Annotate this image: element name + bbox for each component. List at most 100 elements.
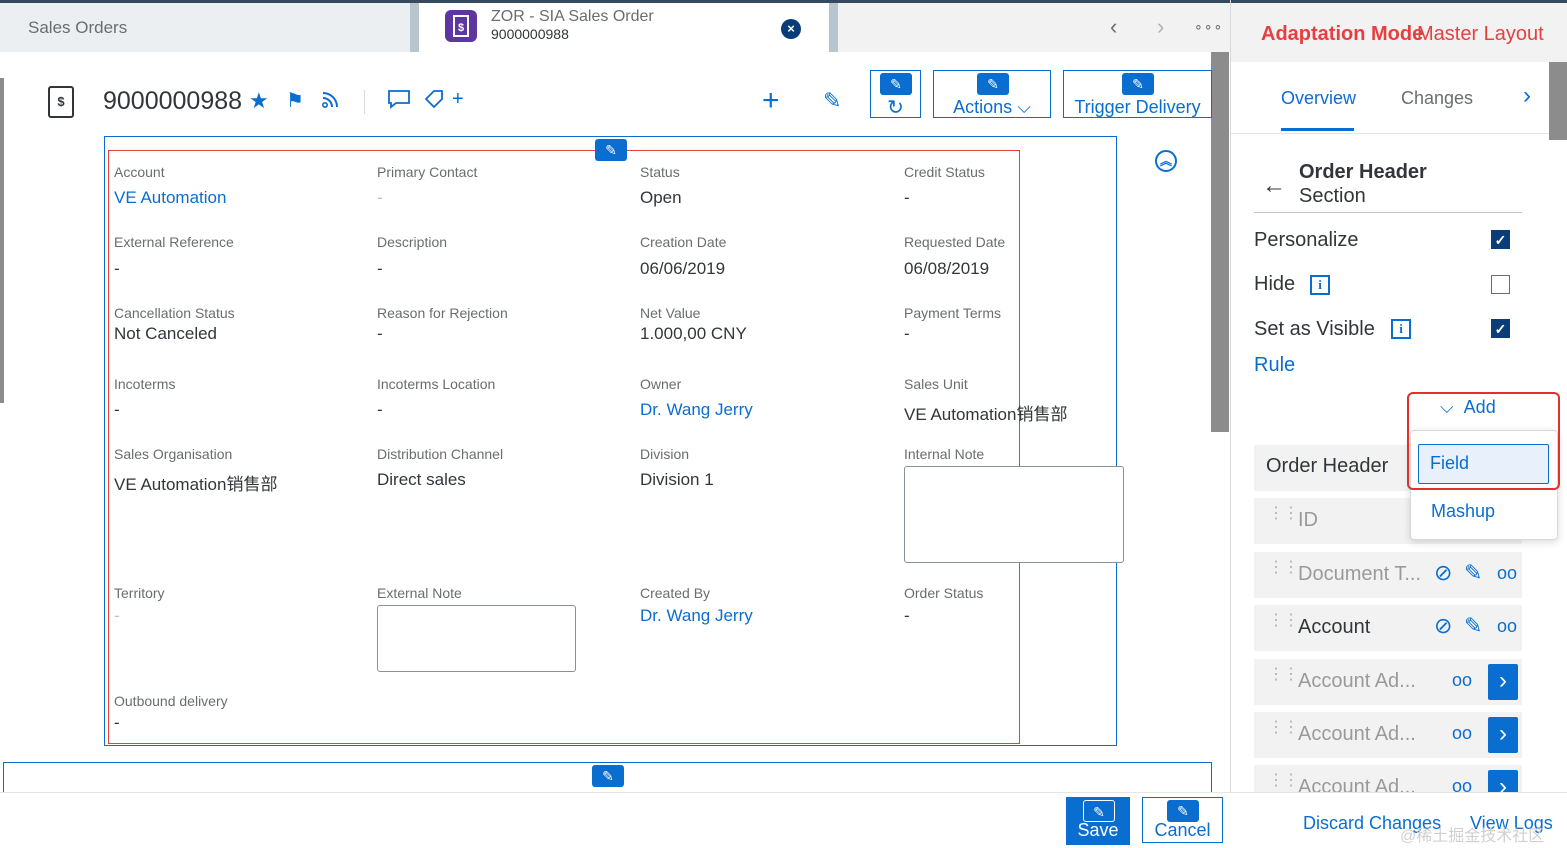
collapse-up-icon[interactable]: ︽ xyxy=(1155,150,1177,172)
trigger-delivery-label: Trigger Delivery xyxy=(1074,97,1201,117)
chevron-left-icon[interactable]: ‹ xyxy=(1110,14,1117,40)
drag-handle-icon[interactable]: ⋮⋮ xyxy=(1268,773,1299,789)
note-textarea[interactable] xyxy=(377,605,576,672)
field-value[interactable]: Dr. Wang Jerry xyxy=(640,400,753,420)
cancel-button[interactable]: ✎ Cancel xyxy=(1142,797,1223,843)
menu-item-mashup[interactable]: Mashup xyxy=(1431,501,1495,522)
tab-changes[interactable]: Changes xyxy=(1401,88,1473,109)
field-label: External Reference xyxy=(114,234,234,250)
field-value: 1.000,00 CNY xyxy=(640,324,747,343)
field-label: Payment Terms xyxy=(904,305,1001,321)
group-header: Order Header xyxy=(1254,445,1410,491)
personalize-checkbox[interactable]: ✓ xyxy=(1491,230,1510,249)
glasses-icon[interactable]: oo xyxy=(1497,563,1517,584)
edit-overlay-icon[interactable]: ✎ xyxy=(1167,800,1199,822)
refresh-button[interactable]: ✎ ↻ xyxy=(870,70,921,119)
hidden-eye-icon[interactable]: ⊘ xyxy=(1434,613,1452,639)
comment-icon[interactable] xyxy=(387,88,411,116)
note-textarea[interactable] xyxy=(904,466,1124,563)
drag-handle-icon[interactable]: ⋮⋮ xyxy=(1268,560,1299,576)
sales-order-app-icon: $ xyxy=(445,10,477,42)
field-label: Sales Unit xyxy=(904,376,968,392)
field-value: 06/06/2019 xyxy=(640,259,726,278)
panel-scrollbar[interactable] xyxy=(1549,62,1567,140)
edit-note-icon[interactable]: ✎ xyxy=(1464,613,1482,639)
set-visible-checkbox[interactable]: ✓ xyxy=(1491,319,1510,338)
glasses-icon[interactable]: oo xyxy=(1497,616,1517,637)
list-item[interactable]: ⋮⋮ Account ⊘ ✎ oo xyxy=(1254,605,1522,651)
flag-icon[interactable]: ⚑ xyxy=(286,88,304,113)
footer-bar xyxy=(0,792,1230,848)
tab-active-sales-order[interactable]: $ ZOR - SIA Sales Order 9000000988 × xyxy=(419,3,829,52)
close-tab-icon[interactable]: × xyxy=(781,19,801,39)
drag-handle-icon[interactable]: ⋮⋮ xyxy=(1268,613,1299,629)
main-scrollbar[interactable] xyxy=(1211,52,1229,432)
navigate-chevron-icon[interactable]: › xyxy=(1488,664,1518,700)
field-label: Internal Note xyxy=(904,446,985,462)
actions-button[interactable]: ✎ Actions ⌵ xyxy=(933,70,1051,118)
tab-sales-orders-label: Sales Orders xyxy=(28,18,128,37)
glasses-icon[interactable]: oo xyxy=(1452,723,1472,744)
overflow-icon[interactable]: ∘∘∘ xyxy=(1194,18,1223,35)
field-value: - xyxy=(377,188,383,207)
field-label: Division xyxy=(640,446,690,462)
field-label: Incoterms Location xyxy=(377,376,496,392)
edit-overlay-icon[interactable]: ✎ xyxy=(1122,73,1154,95)
tab-strip-edit-icon[interactable]: ✎ xyxy=(592,765,624,787)
field-value: - xyxy=(377,259,383,278)
field-value: - xyxy=(904,606,910,625)
header-divider xyxy=(364,90,365,114)
field-label: Cancellation Status xyxy=(114,305,235,321)
field-value: VE Automation销售部 xyxy=(114,475,278,494)
edit-note-icon[interactable]: ✎ xyxy=(1464,560,1482,586)
list-item[interactable]: ⋮⋮ Document T... ⊘ ✎ oo xyxy=(1254,552,1522,598)
field-label: Requested Date xyxy=(904,234,1006,250)
drag-handle-icon[interactable]: ⋮⋮ xyxy=(1268,506,1299,522)
edit-overlay-icon[interactable]: ✎ xyxy=(1083,800,1115,822)
hidden-eye-icon[interactable]: ⊘ xyxy=(1434,560,1452,586)
field-value: Division 1 xyxy=(640,470,714,489)
field-value[interactable]: Dr. Wang Jerry xyxy=(640,606,753,626)
glasses-icon[interactable]: oo xyxy=(1452,670,1472,691)
navigate-chevron-icon[interactable]: › xyxy=(1488,717,1518,753)
list-item[interactable]: ⋮⋮ Account Ad... oo › xyxy=(1254,712,1522,758)
hide-checkbox[interactable] xyxy=(1491,275,1510,294)
field-value: 06/08/2019 xyxy=(904,259,990,278)
back-arrow-icon[interactable]: ← xyxy=(1262,172,1286,200)
field-value: Open xyxy=(640,188,682,207)
tab-sales-orders[interactable]: Sales Orders xyxy=(0,3,410,52)
personalize-label: Personalize xyxy=(1254,229,1359,251)
field-value[interactable]: VE Automation xyxy=(114,188,226,208)
info-icon[interactable]: i xyxy=(1310,275,1330,295)
field-label: Sales Organisation xyxy=(114,446,233,462)
tag-icon[interactable] xyxy=(423,88,445,116)
list-item[interactable]: ⋮⋮ Account Ad... oo › xyxy=(1254,659,1522,705)
trigger-delivery-button[interactable]: ✎ Trigger Delivery xyxy=(1063,70,1212,118)
edit-overlay-icon[interactable]: ✎ xyxy=(880,73,912,95)
chevron-right-icon[interactable]: › xyxy=(1157,14,1164,40)
field-label: Reason for Rejection xyxy=(377,305,508,321)
chevron-right-icon[interactable]: › xyxy=(1523,82,1531,110)
save-button[interactable]: ✎ Save xyxy=(1066,797,1130,845)
master-layout-label[interactable]: Master Layout xyxy=(1417,23,1544,46)
active-tab-subtitle: 9000000988 xyxy=(491,26,569,42)
field-value: - xyxy=(114,606,120,625)
star-icon[interactable]: ★ xyxy=(249,88,269,114)
plus-icon[interactable]: + xyxy=(762,84,780,118)
tab-separator xyxy=(829,3,838,52)
field-label: Incoterms xyxy=(114,376,176,392)
edit-overlay-icon[interactable]: ✎ xyxy=(977,73,1009,95)
field-value: - xyxy=(114,400,120,419)
drag-handle-icon[interactable]: ⋮⋮ xyxy=(1268,720,1299,736)
edit-pencil-icon[interactable]: ✎ xyxy=(823,88,841,114)
add-tag-icon[interactable]: + xyxy=(452,88,464,111)
refresh-icon: ↻ xyxy=(887,97,904,119)
tab-overview[interactable]: Overview xyxy=(1281,88,1356,109)
info-icon[interactable]: i xyxy=(1391,319,1411,339)
drag-handle-icon[interactable]: ⋮⋮ xyxy=(1268,667,1299,683)
section-edit-icon[interactable]: ✎ xyxy=(595,139,627,161)
feed-icon[interactable] xyxy=(320,88,342,116)
field-label: Description xyxy=(377,234,448,250)
rule-link[interactable]: Rule xyxy=(1254,354,1295,377)
object-title: 9000000988 xyxy=(103,87,243,115)
